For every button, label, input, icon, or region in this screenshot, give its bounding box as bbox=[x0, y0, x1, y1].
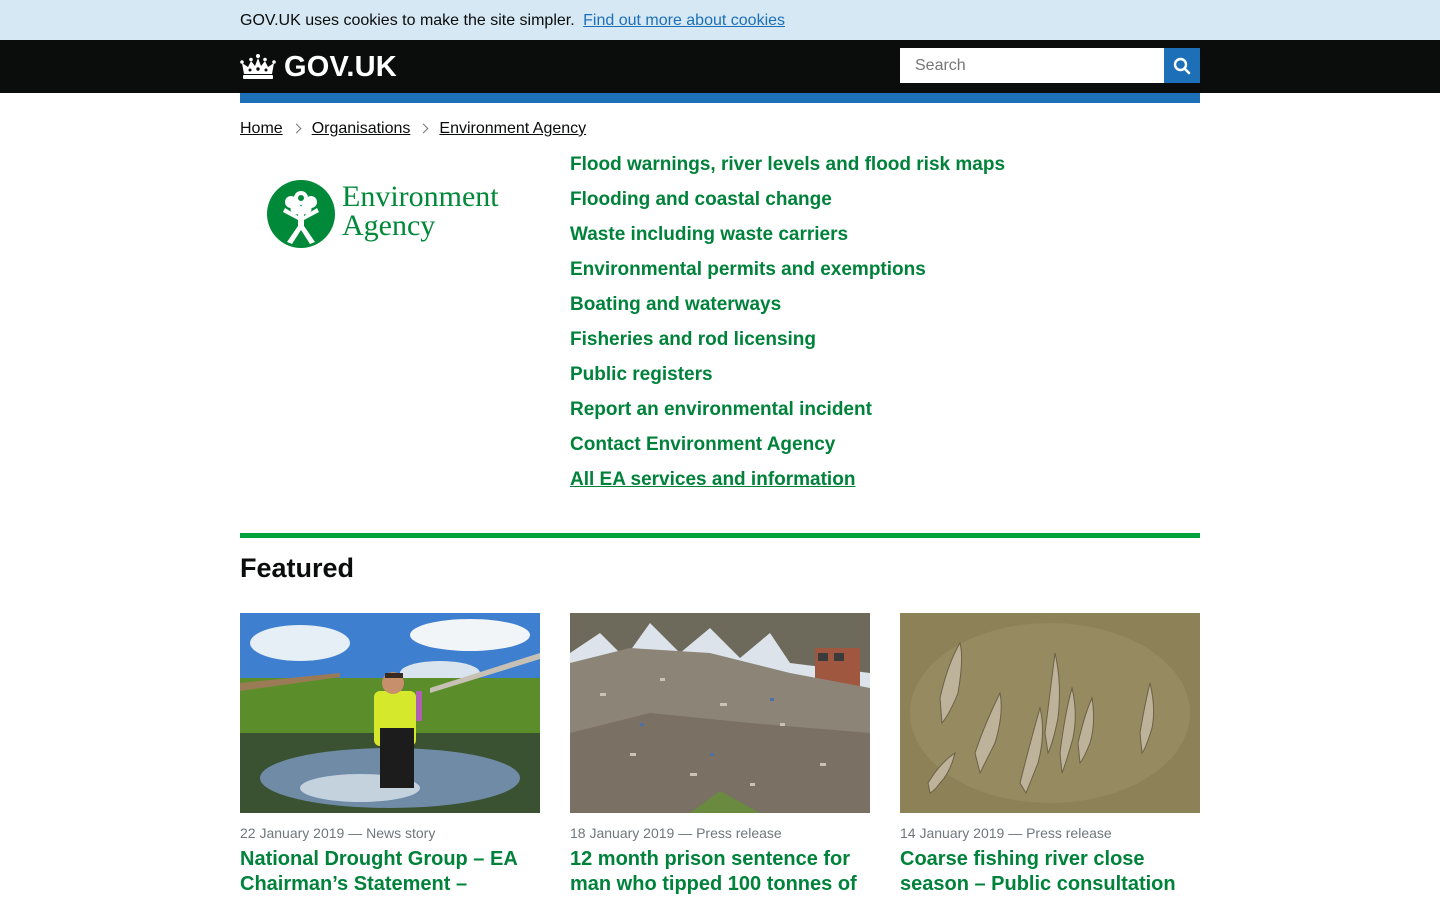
search-input[interactable] bbox=[900, 48, 1164, 83]
breadcrumb-home[interactable]: Home bbox=[240, 119, 283, 138]
service-link-flood-warnings[interactable]: Flood warnings, river levels and flood r… bbox=[570, 153, 1200, 188]
man-in-stream-photo[interactable] bbox=[240, 613, 540, 813]
service-link-fisheries[interactable]: Fisheries and rod licensing bbox=[570, 328, 1200, 363]
service-link-report-incident[interactable]: Report an environmental incident bbox=[570, 398, 1200, 433]
service-link-waste[interactable]: Waste including waste carriers bbox=[570, 223, 1200, 258]
logo-text: GOV.UK bbox=[284, 51, 397, 83]
card-meta: 22 January 2019 — News story bbox=[240, 825, 436, 841]
featured-heading: Featured bbox=[240, 553, 355, 583]
cookie-text: GOV.UK uses cookies to make the site sim… bbox=[240, 12, 575, 29]
search-button[interactable] bbox=[1164, 48, 1200, 83]
chevron-right-icon bbox=[291, 123, 302, 134]
fish-in-river-photo[interactable] bbox=[900, 613, 1200, 813]
service-link-all-services[interactable]: All EA services and information bbox=[570, 468, 1200, 503]
service-link-permits[interactable]: Environmental permits and exemptions bbox=[570, 258, 1200, 293]
service-link-public-registers[interactable]: Public registers bbox=[570, 363, 1200, 398]
card-meta: 14 January 2019 — Press release bbox=[900, 825, 1112, 841]
service-link-boating[interactable]: Boating and waterways bbox=[570, 293, 1200, 328]
breadcrumb-environment-agency[interactable]: Environment Agency bbox=[439, 119, 586, 138]
cookie-message: GOV.UK uses cookies to make the site sim… bbox=[240, 11, 785, 30]
organisation-logo: Environment Agency bbox=[265, 178, 525, 250]
card-title-link[interactable]: National Drought Group – EA Chairman’s S… bbox=[240, 847, 540, 900]
header-accent-bar bbox=[240, 93, 1200, 103]
card-title-link[interactable]: 12 month prison sentence for man who tip… bbox=[570, 847, 870, 900]
cookie-info-link[interactable]: Find out more about cookies bbox=[583, 12, 785, 29]
govuk-logo[interactable]: GOV.UK bbox=[240, 51, 397, 83]
crown-icon bbox=[240, 54, 276, 79]
waste-pile-photo[interactable] bbox=[570, 613, 870, 813]
cookie-banner: GOV.UK uses cookies to make the site sim… bbox=[0, 0, 1440, 40]
featured-card: 18 January 2019 — Press release 12 month… bbox=[570, 613, 870, 900]
breadcrumb: Home Organisations Environment Agency bbox=[240, 119, 586, 138]
service-link-flooding-coastal[interactable]: Flooding and coastal change bbox=[570, 188, 1200, 223]
tree-person-icon bbox=[267, 180, 335, 248]
card-meta: 18 January 2019 — Press release bbox=[570, 825, 782, 841]
search-icon bbox=[1173, 57, 1191, 74]
featured-card: 22 January 2019 — News story National Dr… bbox=[240, 613, 540, 900]
service-links: Flood warnings, river levels and flood r… bbox=[570, 153, 1200, 503]
service-link-contact[interactable]: Contact Environment Agency bbox=[570, 433, 1200, 468]
card-title-link[interactable]: Coarse fishing river close season – Publ… bbox=[900, 847, 1200, 897]
breadcrumb-organisations[interactable]: Organisations bbox=[312, 119, 411, 138]
featured-card: 14 January 2019 — Press release Coarse f… bbox=[900, 613, 1200, 897]
site-header: GOV.UK bbox=[0, 40, 1440, 93]
logo-line-1: Environment bbox=[342, 180, 499, 213]
section-divider bbox=[240, 533, 1200, 538]
logo-line-2: Agency bbox=[342, 209, 436, 242]
chevron-right-icon bbox=[418, 123, 429, 134]
organisation-name: Environment Agency bbox=[342, 180, 499, 242]
